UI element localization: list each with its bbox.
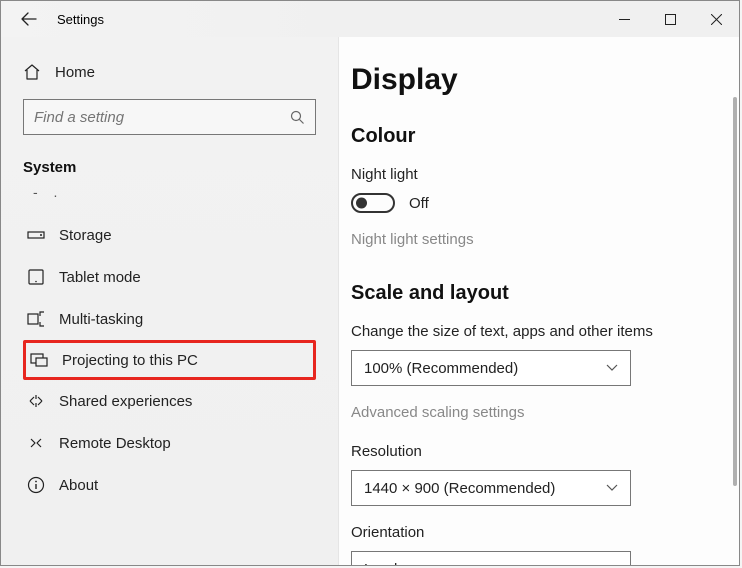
sidebar-home[interactable]: Home [23,55,316,99]
main-panel: Display Colour Night light Off Night lig… [339,37,739,565]
night-light-label: Night light [351,166,709,183]
sidebar-item-projecting[interactable]: Projecting to this PC [23,340,316,380]
orientation-label: Orientation [351,524,709,541]
window-title: Settings [57,12,601,27]
page-title: Display [351,63,709,97]
sidebar-item-multitasking[interactable]: Multi-tasking [23,298,316,340]
sidebar-item-label: Storage [59,227,112,244]
text-size-dropdown[interactable]: 100% (Recommended) [351,350,631,386]
content-area: Home System - . Storage [1,37,739,565]
sidebar-truncated-item: - . [23,182,316,214]
text-size-label: Change the size of text, apps and other … [351,323,709,340]
sidebar-item-remote-desktop[interactable]: Remote Desktop [23,422,316,464]
advanced-scaling-link[interactable]: Advanced scaling settings [351,404,709,421]
sidebar-home-label: Home [55,64,95,81]
projecting-icon [30,351,48,369]
text-size-value: 100% (Recommended) [364,360,518,377]
home-icon [23,63,41,81]
night-light-toggle[interactable] [351,193,395,213]
sidebar-item-tablet-mode[interactable]: Tablet mode [23,256,316,298]
shared-icon [27,392,45,410]
sidebar-item-label: Projecting to this PC [62,352,198,369]
sidebar-item-label: Remote Desktop [59,435,171,452]
resolution-value: 1440 × 900 (Recommended) [364,480,555,497]
scrollbar[interactable] [733,97,737,555]
night-light-settings-link[interactable]: Night light settings [351,231,709,248]
night-light-toggle-row: Off [351,193,709,213]
remote-desktop-icon [27,434,45,452]
about-icon [27,476,45,494]
sidebar: Home System - . Storage [1,37,339,565]
sidebar-item-label: Shared experiences [59,393,192,410]
scale-heading: Scale and layout [351,282,709,305]
night-light-state: Off [409,195,429,212]
sidebar-item-about[interactable]: About [23,464,316,506]
sidebar-item-storage[interactable]: Storage [23,214,316,256]
chevron-down-icon [606,364,618,372]
resolution-dropdown[interactable]: 1440 × 900 (Recommended) [351,470,631,506]
chevron-down-icon [606,484,618,492]
maximize-button[interactable] [647,1,693,37]
back-button[interactable] [19,9,39,29]
settings-window: Settings Home [0,0,740,566]
maximize-icon [665,14,676,25]
colour-heading: Colour [351,125,709,148]
orientation-dropdown[interactable]: Landscape [351,551,631,565]
close-icon [711,14,722,25]
orientation-value: Landscape [364,561,437,566]
window-controls [601,1,739,37]
tablet-icon [27,268,45,286]
storage-icon [27,226,45,244]
titlebar: Settings [1,1,739,37]
search-box[interactable] [23,99,316,135]
sidebar-item-label: Tablet mode [59,269,141,286]
arrow-left-icon [21,11,37,27]
toggle-knob [356,198,367,209]
close-button[interactable] [693,1,739,37]
search-icon [290,110,305,125]
sidebar-item-shared-experiences[interactable]: Shared experiences [23,380,316,422]
scrollbar-thumb[interactable] [733,97,737,486]
resolution-label: Resolution [351,443,709,460]
sidebar-group-title: System [23,159,316,176]
multitasking-icon [27,310,45,328]
minimize-icon [619,14,630,25]
sidebar-item-label: About [59,477,98,494]
search-input[interactable] [34,109,290,126]
sidebar-item-label: Multi-tasking [59,311,143,328]
minimize-button[interactable] [601,1,647,37]
